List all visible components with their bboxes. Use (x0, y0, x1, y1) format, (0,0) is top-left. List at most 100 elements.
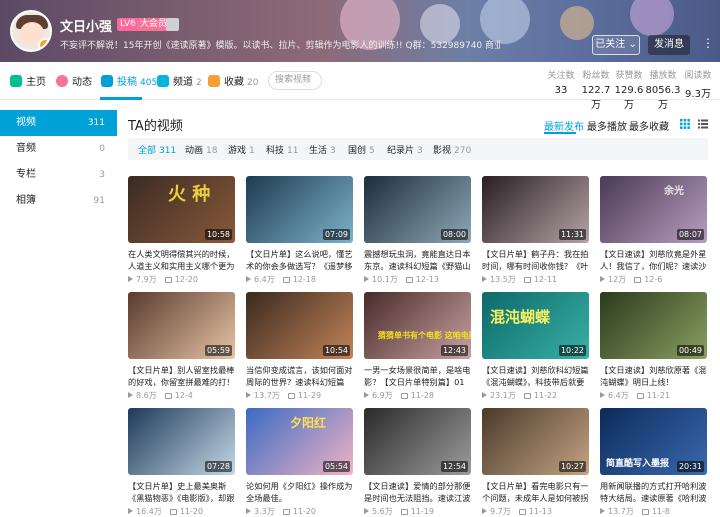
video-thumbnail[interactable]: 12:54 (364, 408, 471, 475)
thumbnail-caption: 猜猜单书有个电影 这咱电影？ (378, 331, 471, 340)
video-thumbnail[interactable]: 猜猜单书有个电影 这咱电影？ 12:43 (364, 292, 471, 359)
video-title[interactable]: 【文日片单】史上最美奥斯《黑猫物恶》《电影版》，却跟原著差233 (128, 480, 235, 504)
calendar-icon (164, 393, 172, 399)
play-count-icon (128, 392, 133, 398)
video-thumbnail[interactable]: 05:59 (128, 292, 235, 359)
filter-film[interactable]: 影视 270 (433, 143, 471, 156)
video-title[interactable]: 论如何用《夕阳红》操作成为全场最佳。 (246, 480, 353, 504)
video-meta: 7.9万 12-20 (128, 274, 235, 285)
video-thumbnail[interactable]: 07:28 (128, 408, 235, 475)
message-button[interactable]: 发消息 (648, 35, 690, 55)
tab-channels[interactable]: 频道 2 (157, 73, 202, 88)
stat-followers[interactable]: 粉丝数 122.7万 (578, 68, 614, 111)
sidebar-item-albums[interactable]: 相簿 91 (0, 188, 117, 214)
calendar-icon (400, 509, 408, 515)
video-title[interactable]: 【文日片单】这么说吧，懂艺术的你会多做选写？《遥梦移花队》 (246, 248, 353, 272)
video-title[interactable]: 在人类文明得偿其兴的时候，人道主义和实用主义哪个更为重要？该 (128, 248, 235, 272)
video-card[interactable]: 猜猜单书有个电影 这咱电影？ 12:43 一男一女场景很简单，是啥电影？【文日片单特… (364, 292, 471, 401)
play-count-icon (246, 392, 251, 398)
video-title[interactable]: 【文日速读】刘慈欣科幻短篇《混沌蝴蝶》，科技带后就要拯灭了，复 (482, 364, 589, 388)
video-card[interactable]: 07:28 【文日片单】史上最美奥斯《黑猫物恶》《电影版》，却跟原著差233 16.… (128, 408, 235, 517)
video-card[interactable]: 10:27 【文日片单】看完电影只有一个问题，未成年人是如何被拐骗的？ 9.7万11… (482, 408, 589, 517)
sidebar-item-audio[interactable]: 音频 0 (0, 136, 117, 162)
video-thumbnail[interactable]: 00:49 (600, 292, 707, 359)
filter-life[interactable]: 生活 3 (309, 143, 336, 156)
calendar-icon (641, 509, 649, 515)
video-card[interactable]: 11:31【文日片单】鹤子丹：我在拍时间，哪有时间收你钱？《叶问1-13.5万1… (482, 176, 589, 285)
filter-all[interactable]: 全部 311 (138, 143, 176, 156)
video-title[interactable]: 当信仰变成谎言，该如何面对周际的世界？速读科幻短篇《蚀花》原 (246, 364, 353, 388)
video-title[interactable]: 【文日速读】爱情的部分那便是时间也无法阻挡。速读江波《曼伍相 (364, 480, 471, 504)
video-thumbnail[interactable]: 10:54 (246, 292, 353, 359)
video-thumbnail[interactable]: 08:00 (364, 176, 471, 243)
stat-following[interactable]: 关注数 33 (543, 68, 579, 96)
video-thumbnail[interactable]: 余光 08:07 (600, 176, 707, 243)
video-thumbnail[interactable]: 07:09 (246, 176, 353, 243)
video-thumbnail[interactable]: 10:27 (482, 408, 589, 475)
video-title[interactable]: 【文日速读】刘慈欣原著《混沌蝴蝶》明日上线！ (600, 364, 707, 388)
video-thumbnail[interactable]: 混沌蝴蝶 10:22 (482, 292, 589, 359)
video-thumbnail[interactable]: 夕阳红 05:54 (246, 408, 353, 475)
video-title[interactable]: 【文日片单】看完电影只有一个问题，未成年人是如何被拐骗的？ (482, 480, 589, 504)
play-count: 7.9万 (136, 275, 157, 284)
video-thumbnail[interactable]: 简直酷写入墨报 20:31 (600, 408, 707, 475)
video-card[interactable]: 混沌蝴蝶 10:22 【文日速读】刘慈欣科幻短篇《混沌蝴蝶》，科技带后就要拯灭了，复… (482, 292, 589, 401)
sort-most-played[interactable]: 最多播放 (587, 118, 627, 133)
sidebar-item-articles[interactable]: 专栏 3 (0, 162, 117, 188)
video-card[interactable]: 07:09 【文日片单】这么说吧，懂艺术的你会多做选写？《遥梦移花队》 6.4万 12… (246, 176, 353, 285)
filter-games[interactable]: 游戏 1 (228, 143, 255, 156)
video-duration: 05:59 (204, 345, 232, 356)
home-icon (10, 75, 22, 87)
sort-latest[interactable]: 最新发布 (544, 118, 584, 133)
video-card[interactable]: 00:49 【文日速读】刘慈欣原著《混沌蝴蝶》明日上线！ 6.4万 11-21 (600, 292, 707, 401)
video-title[interactable]: 【文日片单】鹤子丹：我在拍时间，哪有时间收你钱？《叶问1- (482, 248, 589, 272)
avatar[interactable] (10, 10, 52, 52)
video-card[interactable]: 08:00 震撼想玩虫洞，竟能直达日本东京。速读科幻短篇《野猫山——东京 10.1万… (364, 176, 471, 285)
video-card[interactable]: 夕阳红 05:54 论如何用《夕阳红》操作成为全场最佳。 3.3万 11-20 (246, 408, 353, 517)
thumbnail-caption: 夕阳红 (290, 416, 327, 430)
tab-dynamic[interactable]: 动态 (56, 73, 92, 88)
sidebar-item-videos[interactable]: 视频 311 (0, 110, 117, 136)
sort-most-favorited[interactable]: 最多收藏 (629, 118, 669, 133)
play-count-icon (600, 508, 605, 514)
video-thumbnail[interactable]: 火 种 10:58 (128, 176, 235, 243)
video-title[interactable]: 一男一女场景很简单，是啥电影？【文日片单特别篇】01 (364, 364, 471, 388)
video-title[interactable]: 震撼想玩虫洞，竟能直达日本东京。速读科幻短篇《野猫山——东京 (364, 248, 471, 272)
thumbnail-caption: 混沌蝴蝶 (490, 308, 551, 326)
video-card[interactable]: 简直酷写入墨报 20:31 用新闻联播的方式打开哈利波特大结局。速读原著《哈利波特与… (600, 408, 707, 517)
video-card[interactable]: 12:54 【文日速读】爱情的部分那便是时间也无法阻挡。速读江波《曼伍相 5.6万1… (364, 408, 471, 517)
content-type-sidebar: 视频 311 音频 0 专栏 3 相簿 91 (0, 110, 117, 214)
video-thumbnail[interactable]: 11:31 (482, 176, 589, 243)
list-view-icon[interactable] (698, 119, 708, 129)
play-count-icon (246, 276, 251, 282)
search-input[interactable]: 搜索视频 (268, 71, 322, 90)
video-card[interactable]: 05:59 【文日片单】别人留室找最棒的好戏，你留室拼最难的打！《勇敢者 8.6万 1… (128, 292, 235, 401)
page-title: TA的视频 (128, 119, 183, 134)
tab-favorites[interactable]: 收藏 20 (208, 73, 258, 88)
category-filter-bar: 全部 311 动画 18 游戏 1 科技 11 生活 3 国创 5 纪录片 3 影视 270 (128, 138, 708, 160)
play-count-icon (600, 392, 605, 398)
video-card[interactable]: 10:54 当信仰变成谎言，该如何面对周际的世界？速读科幻短篇《蚀花》原 13.7万… (246, 292, 353, 401)
video-meta: 9.7万 11-13 (482, 506, 589, 517)
filter-guochuang[interactable]: 国创 5 (348, 143, 375, 156)
filter-documentary[interactable]: 纪录片 3 (387, 143, 423, 156)
follow-button[interactable]: 已关注 ⌄ (592, 35, 640, 55)
video-title[interactable]: 【文日片单】别人留室找最棒的好戏，你留室拼最难的打！《勇敢者 (128, 364, 235, 388)
video-duration: 12:43 (440, 345, 468, 356)
more-options-icon[interactable]: ⋮ (702, 36, 714, 50)
tab-uploads[interactable]: 投稿 405 (101, 73, 157, 88)
medal-badge (166, 18, 179, 31)
filter-animation[interactable]: 动画 18 (185, 143, 217, 156)
filter-tech[interactable]: 科技 11 (266, 143, 298, 156)
video-card[interactable]: 火 种 10:58 在人类文明得偿其兴的时候，人道主义和实用主义哪个更为重要？该 7.… (128, 176, 235, 285)
banner-decoration (560, 6, 594, 40)
chevron-down-icon: ⌄ (628, 39, 637, 50)
video-title[interactable]: 【文日速读】刘慈欣竟是外星人！我信了，你们呢？速读沙雕科幻 (600, 248, 707, 272)
tab-home[interactable]: 主页 (10, 73, 46, 88)
video-card[interactable]: 余光08:07【文日速读】刘慈欣竟是外星人！我信了，你们呢？速读沙雕科幻12万1… (600, 176, 707, 285)
video-title[interactable]: 用新闻联播的方式打开哈利波特大结局。速读原著《哈利波特与死亡 (600, 480, 707, 504)
video-meta: 6.9万 11-28 (364, 390, 471, 401)
upload-date: 11-21 (646, 391, 670, 400)
grid-view-icon[interactable] (680, 119, 690, 129)
video-duration: 11:31 (558, 229, 586, 240)
